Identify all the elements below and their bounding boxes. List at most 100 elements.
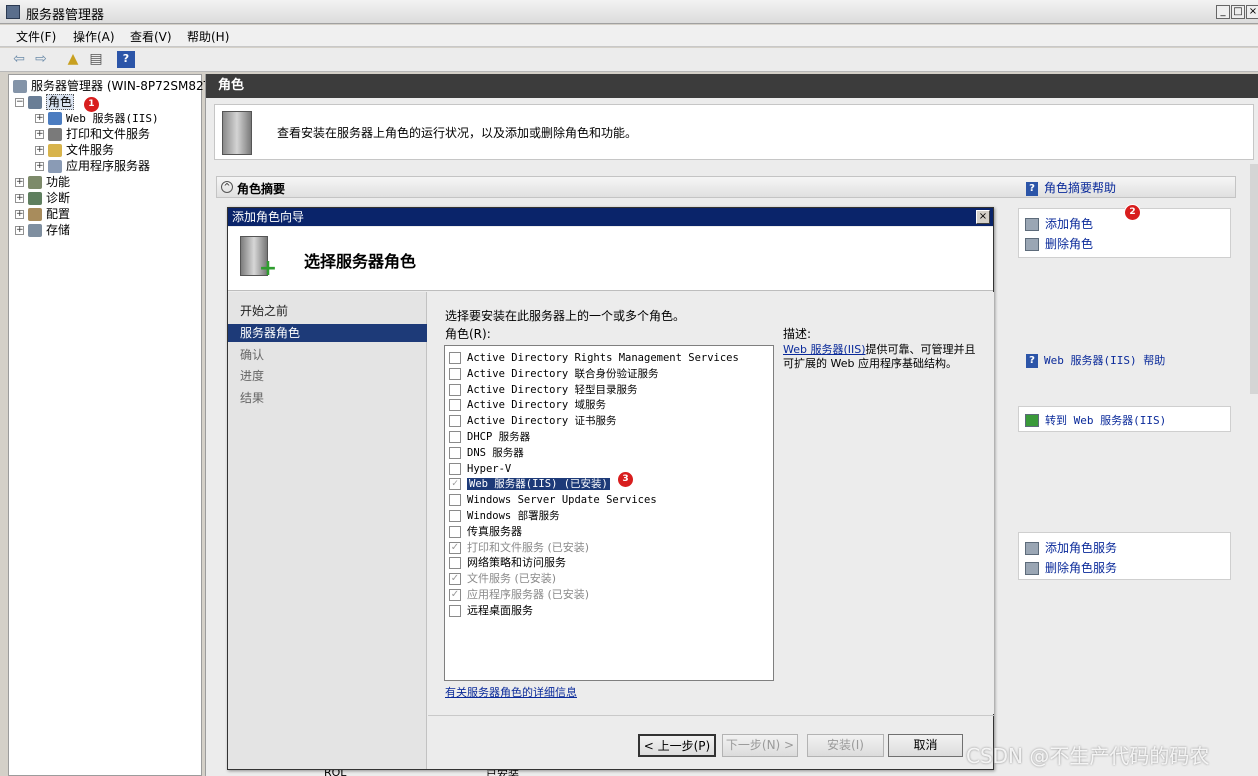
expand-icon[interactable]: + — [35, 114, 44, 123]
add-role-services-link[interactable]: 添加角色服务 — [1025, 539, 1117, 556]
role-item[interactable]: Active Directory 域服务 — [449, 397, 606, 413]
add-roles-wizard: 添加角色向导 × + 选择服务器角色 开始之前 服务器角色 确认 进度 结果 选… — [227, 207, 994, 770]
role-item[interactable]: Active Directory 证书服务 — [449, 413, 616, 429]
up-icon[interactable]: ▲ — [64, 51, 82, 68]
step-before-you-begin[interactable]: 开始之前 — [228, 302, 427, 320]
role-item[interactable]: 远程桌面服务 — [449, 603, 533, 619]
remove-role-services-link[interactable]: 删除角色服务 — [1025, 559, 1117, 576]
window-title: 服务器管理器 — [26, 8, 105, 23]
checkbox[interactable] — [449, 383, 461, 396]
tree-item-diagnostics[interactable]: + 诊断 — [15, 190, 70, 206]
tree-item-configuration[interactable]: + 配置 — [15, 206, 70, 222]
checkbox[interactable] — [449, 557, 461, 570]
more-info-link[interactable]: 有关服务器角色的详细信息 — [445, 684, 577, 700]
checkbox[interactable] — [449, 431, 461, 443]
close-button[interactable]: × — [1246, 5, 1258, 19]
menu-action[interactable]: 操作(A) — [73, 28, 115, 45]
step-confirmation: 确认 — [240, 348, 265, 362]
tree-item-file-services[interactable]: + 文件服务 — [35, 142, 114, 158]
role-item[interactable]: ✓ 打印和文件服务 (已安装) — [449, 540, 589, 556]
web-server-help-link[interactable]: ? Web 服务器(IIS) 帮助 — [1026, 352, 1165, 368]
expand-icon[interactable]: + — [15, 210, 24, 219]
checkbox[interactable] — [449, 604, 461, 617]
description-link[interactable]: Web 服务器(IIS) — [783, 343, 866, 356]
role-label: Active Directory 轻型目录服务 — [467, 383, 638, 396]
role-item[interactable]: ✓ Web 服务器(IIS) (已安装) — [449, 476, 610, 492]
checkbox[interactable] — [449, 367, 461, 380]
checkbox[interactable] — [449, 415, 461, 428]
checked-checkbox[interactable]: ✓ — [449, 541, 461, 554]
menu-view[interactable]: 查看(V) — [130, 28, 172, 45]
step-server-roles[interactable]: 服务器角色 — [228, 324, 427, 342]
remove-roles-link[interactable]: 删除角色 — [1025, 235, 1093, 252]
dialog-close-button[interactable]: × — [976, 210, 990, 224]
tree-root[interactable]: 服务器管理器 (WIN-8P72SM82TO — [13, 78, 220, 94]
menu-help[interactable]: 帮助(H) — [187, 28, 229, 45]
expand-icon[interactable]: + — [15, 178, 24, 187]
roles-summary-help-link[interactable]: ? 角色摘要帮助 — [1026, 179, 1116, 196]
dialog-title-bar: 添加角色向导 × — [228, 208, 993, 226]
cancel-button[interactable]: 取消 — [888, 734, 963, 757]
checkbox[interactable] — [449, 494, 461, 507]
checkbox[interactable] — [449, 525, 461, 538]
tree-item-features[interactable]: + 功能 — [15, 174, 70, 190]
back-icon[interactable]: ⇦ — [10, 51, 28, 68]
expand-icon[interactable]: + — [35, 162, 44, 171]
globe-icon — [48, 112, 62, 125]
help-icon: ? — [1026, 353, 1038, 368]
console-icon[interactable]: ▤ — [87, 51, 105, 68]
menu-file[interactable]: 文件(F) — [16, 28, 56, 45]
collapse-icon[interactable]: − — [15, 98, 24, 107]
role-item[interactable]: Active Directory Rights Management Servi… — [449, 350, 739, 366]
role-label: Windows 部署服务 — [467, 510, 560, 522]
role-item[interactable]: ✓ 应用程序服务器 (已安装) — [449, 587, 589, 603]
back-button[interactable]: < 上一步(P) — [638, 734, 716, 757]
forward-icon[interactable]: ⇨ — [32, 51, 50, 68]
role-label: DNS 服务器 — [467, 446, 524, 459]
navigation-tree: 服务器管理器 (WIN-8P72SM82TO − 角色 1 + Web 服务器(II… — [8, 74, 220, 776]
vertical-scrollbar[interactable] — [1250, 164, 1258, 394]
minimize-button[interactable]: _ — [1216, 5, 1230, 19]
tree-item-roles[interactable]: − 角色 1 — [15, 94, 99, 112]
expand-icon[interactable]: + — [15, 194, 24, 203]
checked-checkbox[interactable]: ✓ — [449, 573, 461, 586]
goto-web-server-link[interactable]: 转到 Web 服务器(IIS) — [1025, 412, 1166, 428]
goto-web-panel: 转到 Web 服务器(IIS) — [1018, 406, 1231, 432]
collapse-section-icon[interactable]: ^ — [221, 181, 233, 193]
checkbox[interactable] — [449, 446, 461, 459]
tree-item-storage[interactable]: + 存储 — [15, 222, 70, 238]
checkbox[interactable] — [449, 352, 461, 364]
role-label: Active Directory 域服务 — [467, 399, 606, 412]
tree-item-print-file[interactable]: + 打印和文件服务 — [35, 126, 150, 142]
role-item[interactable]: Windows 部署服务 — [449, 508, 560, 524]
checkbox[interactable] — [449, 510, 461, 522]
checkbox[interactable] — [449, 399, 461, 412]
role-item[interactable]: Hyper-V — [449, 461, 511, 477]
wizard-steps: 开始之前 服务器角色 确认 进度 结果 — [228, 292, 427, 769]
role-item[interactable]: Windows Server Update Services — [449, 492, 657, 508]
roles-list: Active Directory Rights Management Servi… — [444, 345, 774, 681]
checked-checkbox[interactable]: ✓ — [449, 589, 461, 601]
help-icon[interactable]: ? — [117, 51, 135, 68]
dialog-heading: 选择服务器角色 — [304, 252, 417, 271]
role-label: 远程桌面服务 — [467, 603, 533, 617]
checkbox[interactable] — [449, 462, 461, 475]
maximize-button[interactable]: □ — [1231, 5, 1245, 19]
role-item[interactable]: 传真服务器 — [449, 524, 522, 540]
expand-icon[interactable]: + — [35, 130, 44, 139]
role-item[interactable]: 网络策略和访问服务 — [449, 555, 566, 571]
role-item[interactable]: DNS 服务器 — [449, 445, 524, 461]
tree-item-web-server[interactable]: + Web 服务器(IIS) — [35, 110, 159, 126]
role-item[interactable]: ✓ 文件服务 (已安装) — [449, 571, 556, 587]
add-roles-link[interactable]: 添加角色 — [1025, 215, 1093, 232]
role-item[interactable]: DHCP 服务器 — [449, 429, 530, 445]
dialog-title: 添加角色向导 — [232, 210, 305, 224]
role-item[interactable]: Active Directory 联合身份验证服务 — [449, 366, 658, 382]
checked-checkbox[interactable]: ✓ — [449, 478, 461, 491]
expand-icon[interactable]: + — [15, 226, 24, 235]
role-label: 打印和文件服务 (已安装) — [467, 540, 590, 554]
page-title: 角色 — [206, 74, 1258, 98]
role-item[interactable]: Active Directory 轻型目录服务 — [449, 382, 637, 398]
tree-item-app-server[interactable]: + 应用程序服务器 — [35, 158, 150, 174]
expand-icon[interactable]: + — [35, 146, 44, 155]
